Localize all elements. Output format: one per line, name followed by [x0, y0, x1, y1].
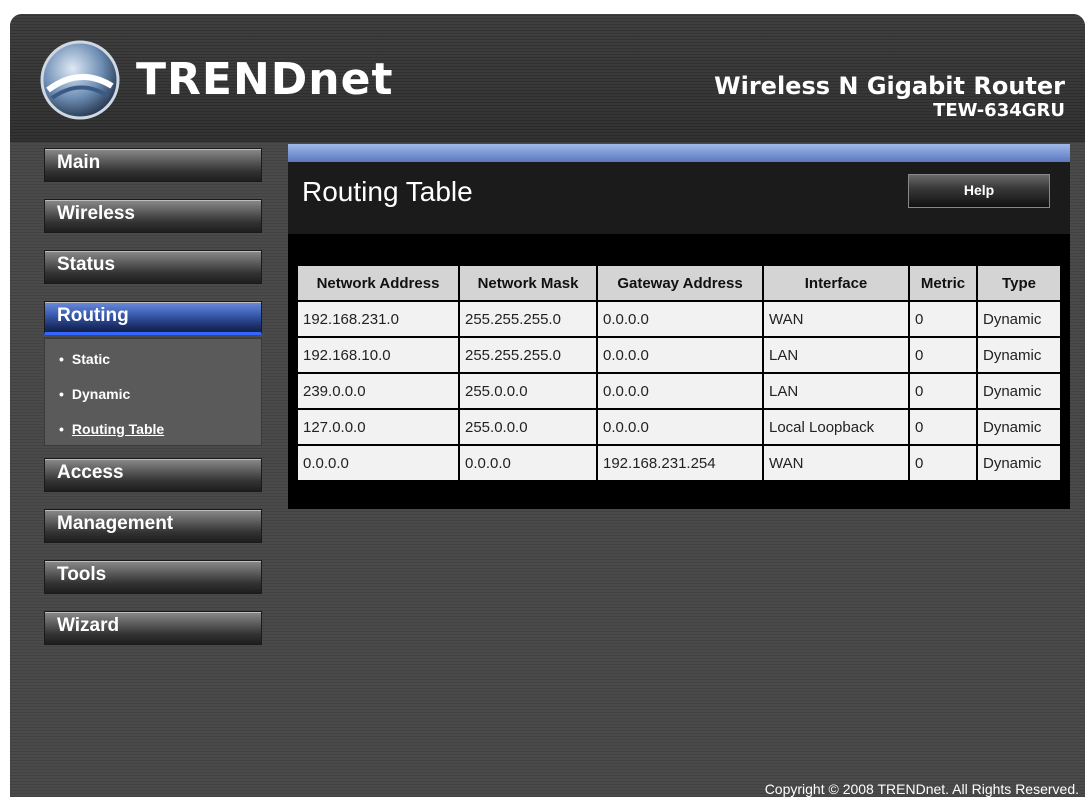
col-gateway-address: Gateway Address — [596, 264, 764, 302]
cell-metric: 0 — [908, 444, 978, 482]
nav-access[interactable]: Access — [44, 458, 262, 492]
cell-network-address: 127.0.0.0 — [296, 408, 460, 446]
copyright-text: Copyright © 2008 TRENDnet. All Rights Re… — [764, 781, 1079, 797]
product-line: Wireless N Gigabit Router — [714, 72, 1065, 100]
sub-item-routing-table[interactable]: • Routing Table — [59, 421, 164, 437]
product-name: Wireless N Gigabit Router TEW-634GRU — [714, 72, 1065, 121]
cell-type: Dynamic — [976, 372, 1062, 410]
cell-interface: WAN — [762, 444, 910, 482]
nav-tools[interactable]: Tools — [44, 560, 262, 594]
col-metric: Metric — [908, 264, 978, 302]
cell-network-mask: 0.0.0.0 — [458, 444, 598, 482]
table-row: 0.0.0.0 0.0.0.0 192.168.231.254 WAN 0 Dy… — [296, 444, 1062, 482]
cell-metric: 0 — [908, 300, 978, 338]
trendnet-globe-icon — [40, 40, 120, 120]
trendnet-logo: TRENDnet — [38, 38, 393, 120]
model-number: TEW-634GRU — [933, 100, 1065, 121]
sub-item-label: Static — [71, 351, 111, 367]
nav-wizard[interactable]: Wizard — [44, 611, 262, 645]
col-network-address: Network Address — [296, 264, 460, 302]
logo-text: TRENDnet — [136, 54, 394, 105]
bullet-icon: • — [59, 386, 64, 402]
bullet-icon: • — [59, 351, 64, 367]
cell-network-mask: 255.255.255.0 — [458, 300, 598, 338]
table-row: 192.168.10.0 255.255.255.0 0.0.0.0 LAN 0… — [296, 336, 1062, 374]
cell-network-mask: 255.0.0.0 — [458, 408, 598, 446]
cell-metric: 0 — [908, 408, 978, 446]
col-interface: Interface — [762, 264, 910, 302]
col-network-mask: Network Mask — [458, 264, 598, 302]
table-row: 239.0.0.0 255.0.0.0 0.0.0.0 LAN 0 Dynami… — [296, 372, 1062, 410]
cell-type: Dynamic — [976, 408, 1062, 446]
sub-item-static[interactable]: • Static — [59, 351, 110, 367]
cell-network-mask: 255.0.0.0 — [458, 372, 598, 410]
cell-type: Dynamic — [976, 300, 1062, 338]
nav-status[interactable]: Status — [44, 250, 262, 284]
table-row: 192.168.231.0 255.255.255.0 0.0.0.0 WAN … — [296, 300, 1062, 338]
sub-item-label: Dynamic — [71, 386, 131, 402]
sub-item-dynamic[interactable]: • Dynamic — [59, 386, 130, 402]
cell-gateway-address: 0.0.0.0 — [596, 372, 764, 410]
bullet-icon: • — [59, 421, 64, 437]
cell-gateway-address: 192.168.231.254 — [596, 444, 764, 482]
routing-table: Network Address Network Mask Gateway Add… — [296, 264, 1062, 482]
cell-network-address: 239.0.0.0 — [296, 372, 460, 410]
table-row: 127.0.0.0 255.0.0.0 0.0.0.0 Local Loopba… — [296, 408, 1062, 446]
cell-interface: WAN — [762, 300, 910, 338]
sub-item-label: Routing Table — [71, 421, 165, 437]
nav-main[interactable]: Main — [44, 148, 262, 182]
routing-table-wrap: Network Address Network Mask Gateway Add… — [296, 264, 1062, 482]
cell-network-address: 192.168.231.0 — [296, 300, 460, 338]
cell-gateway-address: 0.0.0.0 — [596, 336, 764, 374]
cell-gateway-address: 0.0.0.0 — [596, 408, 764, 446]
page-title: Routing Table — [302, 176, 473, 207]
content-panel: Routing Table Help Network Address Netwo… — [288, 144, 1070, 509]
cell-type: Dynamic — [976, 336, 1062, 374]
nav-wireless[interactable]: Wireless — [44, 199, 262, 233]
router-admin-frame: TRENDnet Wireless N Gigabit Router TEW-6… — [10, 14, 1085, 797]
cell-interface: LAN — [762, 336, 910, 374]
header: TRENDnet Wireless N Gigabit Router TEW-6… — [10, 14, 1085, 142]
cell-network-address: 192.168.10.0 — [296, 336, 460, 374]
table-header-row: Network Address Network Mask Gateway Add… — [296, 264, 1062, 302]
panel-top-bar — [288, 144, 1070, 162]
cell-network-mask: 255.255.255.0 — [458, 336, 598, 374]
panel-title-area: Routing Table Help — [288, 162, 1070, 234]
nav-management[interactable]: Management — [44, 509, 262, 543]
routing-submenu: • Static • Dynamic • Routing Table — [44, 338, 262, 446]
cell-interface: LAN — [762, 372, 910, 410]
cell-metric: 0 — [908, 336, 978, 374]
cell-type: Dynamic — [976, 444, 1062, 482]
cell-gateway-address: 0.0.0.0 — [596, 300, 764, 338]
cell-interface: Local Loopback — [762, 408, 910, 446]
help-button[interactable]: Help — [908, 174, 1050, 208]
col-type: Type — [976, 264, 1062, 302]
nav-routing[interactable]: Routing — [44, 301, 262, 335]
cell-network-address: 0.0.0.0 — [296, 444, 460, 482]
cell-metric: 0 — [908, 372, 978, 410]
